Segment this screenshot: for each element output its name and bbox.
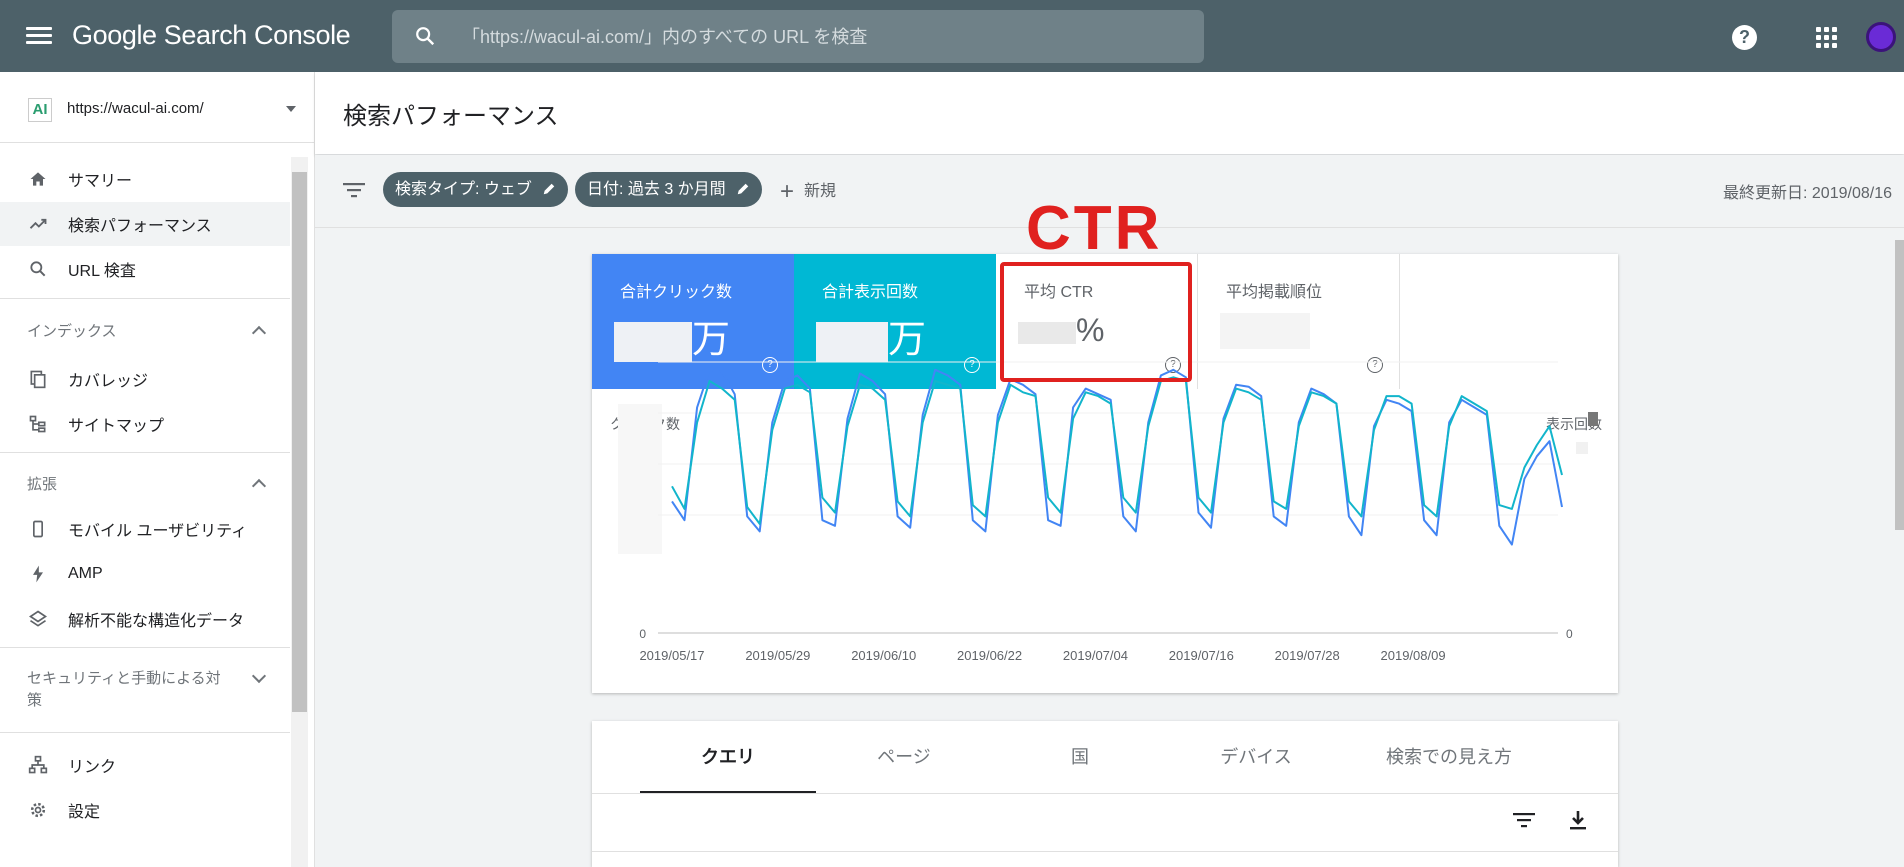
sidebar-item-label: 解析不能な構造化データ bbox=[68, 613, 245, 630]
hamburger-menu-icon[interactable] bbox=[26, 24, 52, 48]
x-tick-label: 2019/05/29 bbox=[745, 648, 810, 663]
sidebar-item-performance[interactable]: 検索パフォーマンス bbox=[0, 202, 290, 246]
property-selector[interactable]: AI https://wacul-ai.com/ bbox=[0, 72, 314, 143]
filter-icon[interactable] bbox=[343, 181, 365, 199]
plus-icon: + bbox=[780, 178, 795, 205]
sidebar-item-links[interactable]: リンク bbox=[0, 743, 290, 787]
sidebar-item-label: URL 検査 bbox=[68, 263, 136, 280]
axis-label-placeholder bbox=[618, 404, 662, 554]
section-enhancements-title[interactable]: 拡張 bbox=[27, 473, 57, 494]
dropdown-caret-icon bbox=[286, 106, 296, 112]
chevron-down-icon[interactable] bbox=[251, 668, 267, 684]
new-filter-label: 新規 bbox=[804, 183, 837, 200]
tab-countries[interactable]: 国 bbox=[992, 721, 1168, 793]
tab-pages[interactable]: ページ bbox=[816, 721, 992, 793]
last-updated: 最終更新日: 2019/08/16 bbox=[1723, 185, 1892, 202]
apps-grid-icon[interactable] bbox=[1816, 27, 1838, 49]
x-tick-label: 2019/06/22 bbox=[957, 648, 1022, 663]
x-tick-label: 2019/07/16 bbox=[1169, 648, 1234, 663]
edit-pencil-icon bbox=[737, 183, 748, 195]
search-input[interactable] bbox=[460, 10, 1184, 65]
sidebar-item-label: 設定 bbox=[68, 804, 101, 821]
links-icon bbox=[28, 755, 48, 774]
divider bbox=[0, 452, 290, 453]
x-tick-label: 2019/05/17 bbox=[639, 648, 704, 663]
sidebar-item-label: 検索パフォーマンス bbox=[68, 218, 212, 235]
sidebar-item-label: モバイル ユーザビリティ bbox=[68, 523, 248, 540]
sidebar-item-sitemaps[interactable]: サイトマップ bbox=[0, 402, 290, 446]
x-tick-label: 2019/07/28 bbox=[1275, 648, 1340, 663]
date-chip[interactable]: 日付: 過去 3 か月間 bbox=[575, 172, 762, 207]
sidebar-item-label: リンク bbox=[68, 759, 117, 776]
sidebar-item-coverage[interactable]: カバレッジ bbox=[0, 357, 290, 401]
search-type-chip[interactable]: 検索タイプ: ウェブ bbox=[383, 172, 568, 207]
chevron-up-icon[interactable] bbox=[251, 325, 267, 341]
ctr-highlight-box bbox=[1000, 262, 1192, 382]
sidebar-item-label: サマリー bbox=[68, 173, 133, 190]
property-url: https://wacul-ai.com/ bbox=[67, 100, 204, 117]
divider bbox=[0, 298, 290, 299]
avatar[interactable] bbox=[1866, 22, 1896, 52]
top-app-bar: Google Search Console ? bbox=[0, 0, 1904, 72]
x-tick-label: 2019/07/04 bbox=[1063, 648, 1128, 663]
property-logo: AI bbox=[28, 98, 52, 122]
chip-label: 検索タイプ: ウェブ bbox=[395, 181, 532, 198]
series-line-impressions bbox=[671, 376, 1563, 525]
sidebar-item-amp[interactable]: AMP bbox=[0, 552, 290, 596]
chip-label: 日付: 過去 3 か月間 bbox=[587, 181, 726, 198]
section-index-title[interactable]: インデックス bbox=[27, 320, 117, 341]
sidebar-item-mobile-usability[interactable]: モバイル ユーザビリティ bbox=[0, 507, 290, 551]
divider bbox=[0, 647, 290, 648]
sitemap-icon bbox=[29, 415, 46, 433]
search-icon bbox=[416, 27, 435, 46]
divider bbox=[592, 851, 1618, 852]
divider bbox=[0, 732, 290, 733]
search-icon bbox=[30, 261, 46, 277]
y-left-zero-label: 0 bbox=[639, 627, 646, 641]
right-axis-marker bbox=[1588, 412, 1598, 426]
page-header: 検索パフォーマンス bbox=[315, 72, 1904, 154]
url-inspection-search[interactable] bbox=[392, 10, 1204, 65]
filter-rows-icon[interactable] bbox=[1512, 809, 1536, 831]
bolt-icon bbox=[33, 565, 43, 583]
new-filter-button[interactable]: + 新規 bbox=[780, 177, 836, 206]
section-security-title[interactable]: セキュリティと手動による対策 bbox=[27, 668, 227, 712]
sidebar-scrollbar-thumb[interactable] bbox=[292, 172, 307, 712]
sidebar-item-settings[interactable]: 設定 bbox=[0, 788, 290, 832]
tab-search-appearance[interactable]: 検索での見え方 bbox=[1344, 721, 1554, 793]
sidebar-item-label: AMP bbox=[68, 565, 103, 582]
axis-label-placeholder bbox=[1576, 442, 1588, 454]
edit-pencil-icon bbox=[543, 183, 555, 195]
sidebar-item-summary[interactable]: サマリー bbox=[0, 157, 290, 201]
tab-devices[interactable]: デバイス bbox=[1168, 721, 1344, 793]
trending-icon bbox=[29, 218, 47, 229]
dimension-tabs-card: クエリ ページ 国 デバイス 検索での見え方 bbox=[592, 721, 1618, 867]
sidebar-item-structured-data[interactable]: 解析不能な構造化データ bbox=[0, 597, 290, 641]
mobile-icon bbox=[33, 520, 43, 538]
sidebar: AI https://wacul-ai.com/ サマリー 検索パフォーマンス … bbox=[0, 72, 315, 867]
x-tick-label: 2019/08/09 bbox=[1381, 648, 1446, 663]
help-icon[interactable]: ? bbox=[1732, 25, 1757, 50]
settings-icon bbox=[30, 802, 46, 818]
sidebar-item-label: サイトマップ bbox=[68, 418, 165, 435]
tab-queries[interactable]: クエリ bbox=[640, 721, 816, 793]
app-logo[interactable]: Google Search Console bbox=[72, 20, 351, 51]
chevron-up-icon[interactable] bbox=[251, 478, 267, 494]
layers-icon bbox=[28, 610, 48, 627]
x-tick-label: 2019/06/10 bbox=[851, 648, 916, 663]
divider bbox=[592, 793, 1618, 794]
sidebar-item-label: カバレッジ bbox=[68, 373, 149, 390]
page-title: 検索パフォーマンス bbox=[343, 103, 559, 130]
sidebar-item-url-inspection[interactable]: URL 検査 bbox=[0, 247, 290, 291]
main-scrollbar-thumb[interactable] bbox=[1895, 240, 1904, 530]
download-icon[interactable] bbox=[1566, 809, 1590, 831]
home-icon bbox=[30, 172, 46, 186]
y-right-zero-label: 0 bbox=[1566, 627, 1573, 641]
coverage-icon bbox=[30, 370, 46, 389]
